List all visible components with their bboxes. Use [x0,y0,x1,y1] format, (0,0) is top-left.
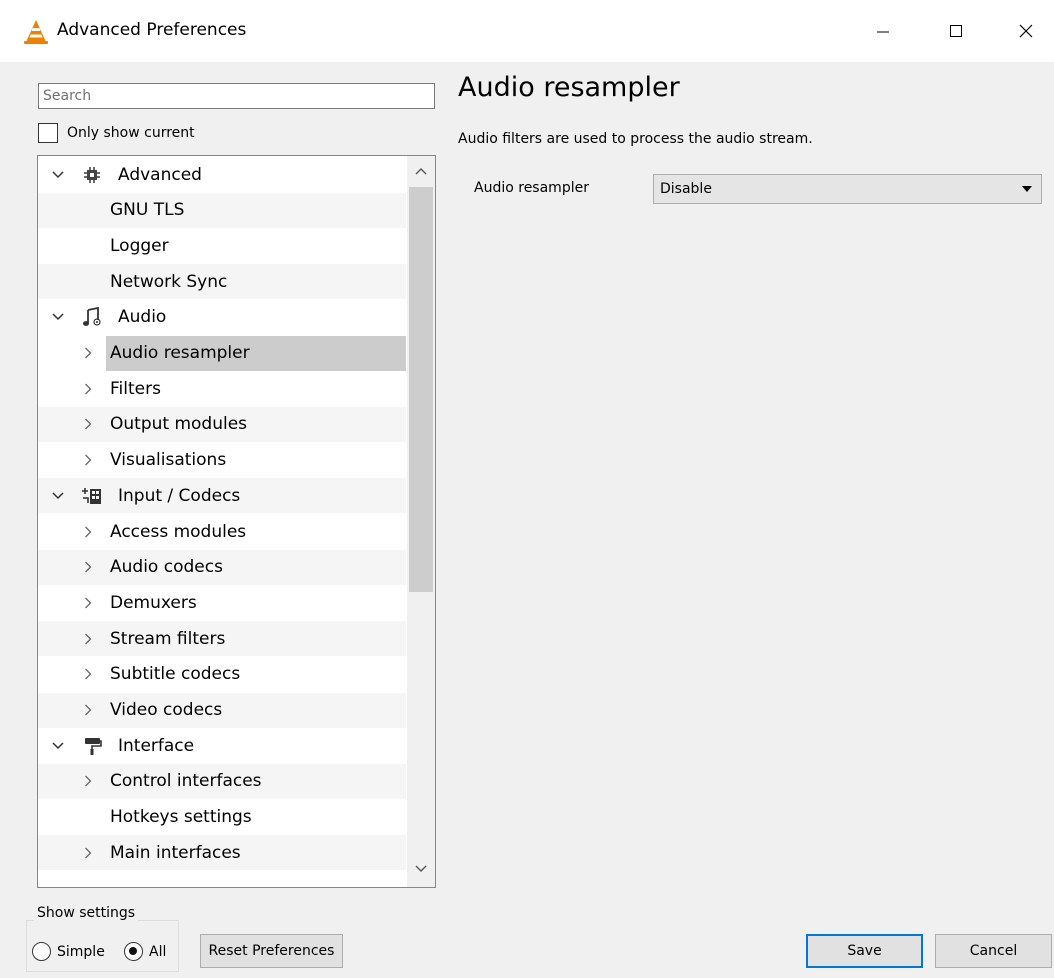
maximize-button[interactable] [933,11,979,51]
tree-item[interactable]: Network Sync [38,264,406,300]
tree-item-label: Main interfaces [110,842,241,863]
chevron-right-icon[interactable] [80,381,96,397]
tree-item-label: Demuxers [110,592,197,613]
scroll-down-icon[interactable] [414,862,428,876]
close-button[interactable] [1003,11,1049,51]
radio-simple[interactable] [32,942,51,961]
chevron-right-icon[interactable] [80,631,96,647]
chevron-right-icon[interactable] [80,595,96,611]
chevron-down-icon[interactable] [50,488,66,504]
chevron-right-icon[interactable] [80,524,96,540]
tree-item-label: Network Sync [110,271,228,292]
tree-item-label: Video codecs [110,700,223,720]
scroll-up-icon[interactable] [414,164,428,178]
tree-category[interactable]: Input / Codecs [38,478,406,514]
close-icon [1019,24,1033,38]
tree-item-label: Interface [118,735,195,756]
paint-roller-icon [81,735,103,757]
tree-item[interactable]: Demuxers [38,585,406,620]
radio-all-option[interactable]: All [124,942,166,961]
tree-item-label: Control interfaces [110,771,262,792]
tree-item[interactable]: Logger [38,228,406,263]
tree-item-label: Audio codecs [110,557,223,578]
window-title: Advanced Preferences [57,20,247,40]
tree-item[interactable]: Main interfaces [38,835,406,871]
tree-item-label: Output modules [110,414,248,435]
chevron-right-icon[interactable] [80,845,96,861]
tree-item[interactable]: Video codecs [38,692,406,728]
radio-all-label: All [149,943,167,960]
panel-description: Audio filters are used to process the au… [458,131,813,147]
tree-item-label: Access modules [110,521,247,542]
chevron-right-icon[interactable] [80,452,96,468]
scroll-thumb[interactable] [409,187,433,592]
radio-simple-option[interactable]: Simple [32,942,105,961]
tree-item[interactable]: Hotkeys settings [38,800,406,835]
preferences-tree[interactable]: Advanced GNU TLS Logger Network Sync Audio Au… [37,155,436,888]
tree-item[interactable]: Stream filters [38,621,406,657]
minimize-icon [877,31,889,33]
reset-preferences-button[interactable]: Reset Preferences [200,934,343,968]
music-note-icon [81,306,103,328]
title-bar: Advanced Preferences [0,0,1054,62]
tree-item[interactable]: Filters [38,371,406,406]
tree-row-partial [38,876,406,888]
audio-resampler-select[interactable]: Disable [653,174,1042,204]
maximize-icon [950,25,962,37]
chevron-down-icon [50,886,66,888]
tree-item-label: Logger [110,235,169,256]
tree-category[interactable]: Advanced [38,157,406,192]
show-settings-title: Show settings [34,905,139,921]
audio-resampler-value: Disable [660,181,712,197]
tree-item-label: Advanced [118,164,202,185]
tree-item-label: Subtitle codecs [110,664,241,685]
chevron-down-icon[interactable] [50,309,66,325]
playlist-icon [81,883,103,887]
panel-title: Audio resampler [458,72,680,103]
chevron-right-icon[interactable] [80,702,96,718]
chevron-right-icon[interactable] [80,345,96,361]
tree-item-label: Stream filters [110,628,226,649]
only-show-current-label: Only show current [67,125,195,141]
tree-category[interactable]: Interface [38,728,406,763]
tree-item-label: Filters [110,378,161,399]
tree-item[interactable]: GNU TLS [38,192,406,228]
save-button[interactable]: Save [806,934,923,968]
radio-simple-label: Simple [57,943,105,960]
tree-item[interactable]: Audio codecs [38,549,406,585]
chevron-down-icon[interactable] [50,167,66,183]
chevron-right-icon[interactable] [80,666,96,682]
film-codec-icon [81,485,103,507]
tree-item-label: Visualisations [110,450,227,471]
tree-item[interactable]: Access modules [38,514,406,549]
only-show-current-toggle[interactable]: Only show current [38,123,195,143]
dropdown-arrow-icon [1022,186,1032,192]
chevron-right-icon[interactable] [80,416,96,432]
chevron-right-icon[interactable] [80,773,96,789]
chevron-right-icon[interactable] [80,559,96,575]
tree-scrollbar[interactable] [407,156,435,887]
audio-resampler-label: Audio resampler [474,180,589,196]
tree-item[interactable]: Audio resampler [38,336,406,371]
tree-item[interactable]: Subtitle codecs [38,657,406,692]
tree-item-label: Input / Codecs [118,485,241,506]
radio-all[interactable] [124,942,143,961]
tree-item[interactable]: Control interfaces [38,763,406,799]
tree-item-label: Audio [118,307,167,328]
search-input[interactable] [38,83,435,109]
only-show-current-checkbox[interactable] [38,123,58,143]
tree-item[interactable]: Visualisations [38,443,406,478]
cancel-button[interactable]: Cancel [935,934,1052,968]
tree-category[interactable]: Audio [38,300,406,335]
minimize-button[interactable] [860,11,906,51]
tree-item-label: Audio resampler [110,343,250,363]
chip-icon [81,164,103,186]
tree-item-label: GNU TLS [110,200,185,221]
tree-item-label: Hotkeys settings [110,807,252,828]
chevron-down-icon[interactable] [50,738,66,754]
vlc-cone-icon [24,20,48,44]
tree-item[interactable]: Output modules [38,406,406,442]
